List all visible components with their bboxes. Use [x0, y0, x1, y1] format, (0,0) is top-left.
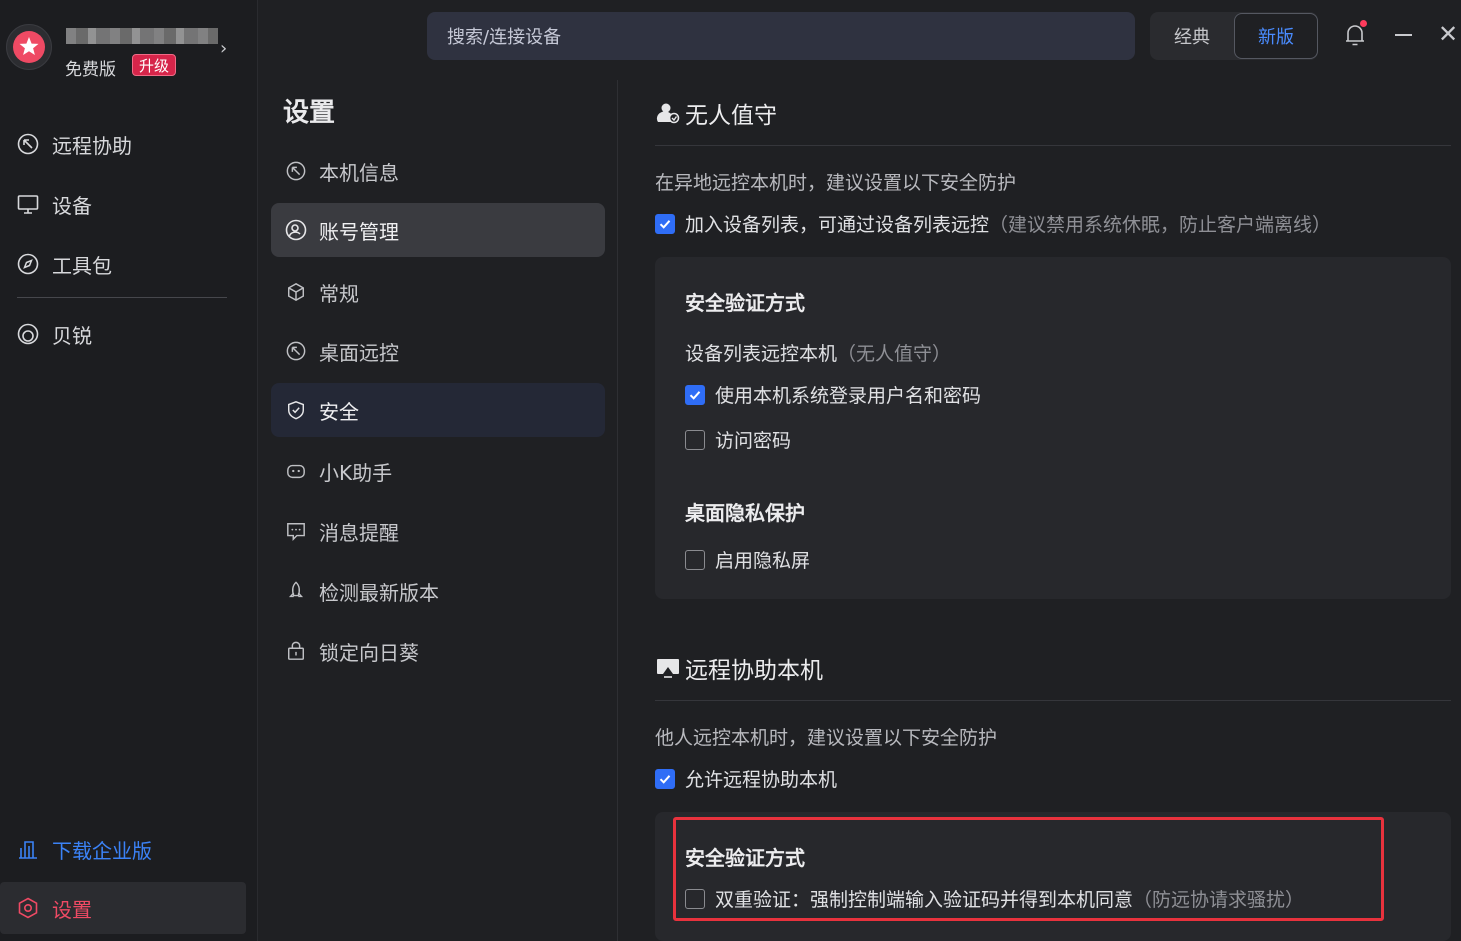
settings-item-label: 本机信息	[319, 160, 399, 185]
checkbox-unchecked-icon[interactable]	[685, 549, 705, 570]
sidebar-item-devices[interactable]: 设备	[0, 178, 246, 230]
sidebar-item-label: 工具包	[52, 253, 112, 278]
remote-icon	[284, 159, 308, 183]
sidebar-divider	[17, 297, 227, 298]
star-avatar-icon	[13, 31, 45, 63]
remote-icon	[16, 132, 40, 156]
main-sidebar: › 免费版 升级 远程协助 设备 工具包 贝锐 下载企业版 设置	[0, 0, 258, 941]
cube-icon	[284, 280, 308, 304]
unattended-hint: 在异地远控本机时，建议设置以下安全防护	[655, 172, 1017, 194]
monitor-icon	[16, 192, 40, 216]
settings-item-label: 桌面远控	[319, 340, 399, 365]
checkbox-checked-icon[interactable]	[685, 384, 705, 405]
user-lock-icon	[655, 100, 681, 126]
settings-item-account[interactable]: 账号管理	[271, 203, 605, 257]
settings-item-security[interactable]: 安全	[271, 383, 605, 437]
settings-nav: 设置 本机信息 账号管理 常规 桌面远控 安全 小K助手 消息提醒 检测最新版本…	[258, 80, 618, 941]
checkbox-label: 加入设备列表，可通过设备列表远控	[685, 214, 990, 236]
download-label: 下载企业版	[52, 838, 152, 863]
privacy-screen-checkbox[interactable]: 启用隐私屏	[685, 546, 810, 573]
unattended-section-title: 无人值守	[655, 96, 777, 130]
sidebar-item-settings[interactable]: 设置	[0, 882, 246, 934]
username-redacted	[66, 28, 218, 44]
minimize-icon[interactable]	[1395, 34, 1412, 36]
remote-assist-hint: 他人远控本机时，建议设置以下安全防护	[655, 727, 998, 749]
highlight-annotation-box	[673, 817, 1384, 921]
checkbox-note: （建议禁用系统休眠，防止客户端离线）	[989, 214, 1332, 236]
compass-icon	[16, 252, 40, 276]
version-switch: 经典 新版	[1150, 12, 1318, 60]
subtitle-note: （无人值守）	[837, 343, 952, 365]
settings-item-label: 常规	[319, 281, 359, 306]
account-settings-icon	[284, 218, 308, 242]
checkbox-checked-icon[interactable]	[655, 768, 675, 789]
message-icon	[284, 519, 308, 543]
new-version-button[interactable]: 新版	[1234, 13, 1318, 59]
settings-item-label: 小K助手	[319, 460, 393, 485]
sidebar-item-label: 远程协助	[52, 133, 132, 158]
checkbox-label: 使用本机系统登录用户名和密码	[715, 385, 982, 407]
sidebar-item-oray[interactable]: 贝锐	[0, 308, 246, 360]
settings-content: 无人值守 在异地远控本机时，建议设置以下安全防护 加入设备列表，可通过设备列表远…	[655, 80, 1451, 941]
download-icon	[16, 837, 40, 861]
rocket-icon	[284, 579, 308, 603]
add-device-list-checkbox[interactable]: 加入设备列表，可通过设备列表远控 （建议禁用系统休眠，防止客户端离线）	[655, 210, 1331, 237]
remote-assist-section-title: 远程协助本机	[655, 651, 823, 685]
lock-icon	[284, 639, 308, 663]
sidebar-item-label: 设置	[52, 897, 92, 922]
settings-item-check-update[interactable]: 检测最新版本	[271, 564, 605, 618]
sidebar-item-label: 设备	[52, 193, 92, 218]
checkbox-checked-icon[interactable]	[655, 213, 675, 234]
settings-item-label: 检测最新版本	[319, 580, 439, 605]
auth-method-title: 安全验证方式	[685, 291, 805, 315]
settings-item-label: 安全	[319, 399, 359, 424]
subtitle-text: 设备列表远控本机	[685, 343, 838, 365]
allow-remote-assist-checkbox[interactable]: 允许远程协助本机	[655, 765, 837, 792]
unattended-security-card: 安全验证方式 设备列表远控本机（无人值守） 使用本机系统登录用户名和密码 访问密…	[655, 257, 1451, 599]
notification-dot	[1360, 20, 1367, 27]
checkbox-label: 访问密码	[715, 430, 792, 452]
section-divider	[655, 700, 1451, 701]
settings-item-desktop-remote[interactable]: 桌面远控	[271, 324, 605, 378]
checkbox-label: 允许远程协助本机	[685, 769, 838, 791]
access-password-checkbox[interactable]: 访问密码	[685, 426, 791, 453]
robot-icon	[284, 459, 308, 483]
settings-item-notifications[interactable]: 消息提醒	[271, 504, 605, 558]
settings-item-general[interactable]: 常规	[271, 265, 605, 319]
settings-item-lock[interactable]: 锁定向日葵	[271, 624, 605, 678]
settings-item-label: 账号管理	[319, 219, 399, 244]
screen-share-icon	[655, 655, 681, 681]
chevron-right-icon[interactable]: ›	[220, 38, 227, 59]
classic-version-button[interactable]: 经典	[1150, 13, 1234, 59]
remote-icon	[284, 339, 308, 363]
user-profile[interactable]: › 免费版 升级	[6, 22, 246, 82]
settings-item-assistant[interactable]: 小K助手	[271, 444, 605, 498]
device-list-remote-subtitle: 设备列表远控本机（无人值守）	[685, 339, 951, 366]
sidebar-item-remote-assist[interactable]: 远程协助	[0, 118, 246, 170]
plan-label: 免费版	[65, 60, 116, 80]
search-label: 搜索/连接设备	[447, 27, 562, 48]
section-divider	[655, 145, 1451, 146]
checkbox-label: 启用隐私屏	[715, 550, 811, 572]
download-enterprise-link[interactable]: 下载企业版	[0, 823, 246, 875]
system-login-checkbox[interactable]: 使用本机系统登录用户名和密码	[685, 381, 981, 408]
oray-icon	[16, 322, 40, 346]
close-icon[interactable]: ✕	[1438, 22, 1458, 46]
sidebar-item-toolkit[interactable]: 工具包	[0, 238, 246, 290]
avatar[interactable]	[6, 24, 52, 70]
privacy-title: 桌面隐私保护	[685, 501, 805, 525]
settings-item-label: 消息提醒	[319, 520, 399, 545]
settings-item-label: 锁定向日葵	[319, 640, 419, 665]
section-title-text: 无人值守	[685, 103, 777, 129]
checkbox-unchecked-icon[interactable]	[685, 429, 705, 450]
settings-item-device-info[interactable]: 本机信息	[271, 144, 605, 198]
section-title-text: 远程协助本机	[685, 658, 823, 684]
upgrade-button[interactable]: 升级	[132, 54, 177, 76]
sidebar-item-label: 贝锐	[52, 323, 92, 348]
shield-icon	[284, 398, 308, 422]
search-connect-input[interactable]: 搜索/连接设备	[427, 12, 1135, 60]
settings-title: 设置	[283, 98, 336, 128]
settings-hexagon-icon	[16, 896, 40, 920]
